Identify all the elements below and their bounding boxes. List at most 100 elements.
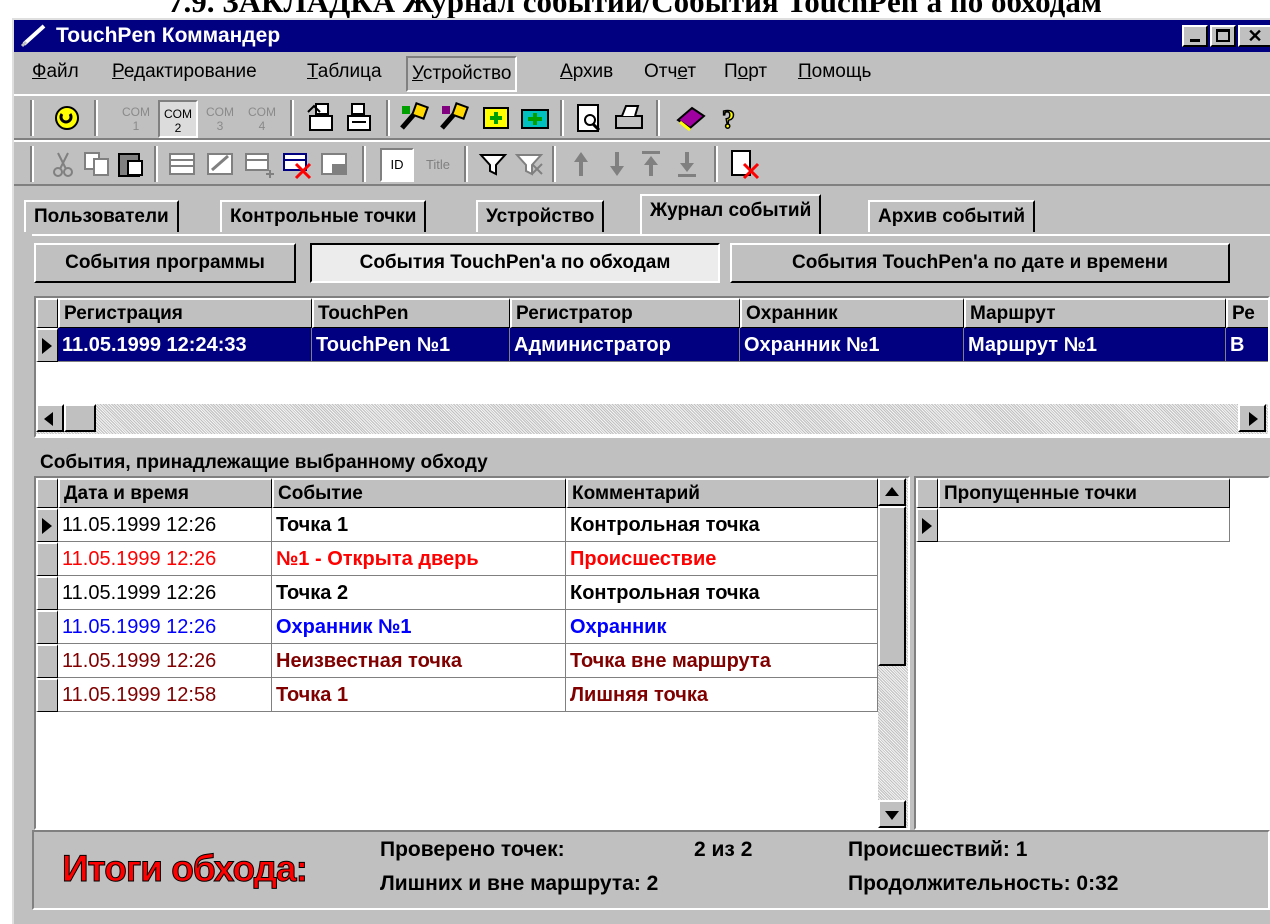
menu-edit[interactable]: Редактирование [112, 52, 257, 92]
summary-title: Итоги обхода: [62, 848, 309, 890]
vertical-scrollbar[interactable] [878, 478, 908, 828]
table-row[interactable]: 11.05.1999 12:26 Точка 2 Контрольная точка [36, 576, 878, 610]
table-row[interactable]: 11.05.1999 12:58 Точка 1 Лишняя точка [36, 678, 878, 712]
row-indicator [36, 328, 58, 362]
duration-label: Продолжительность: 0:32 [848, 872, 1119, 895]
horizontal-scrollbar[interactable] [36, 404, 1268, 434]
menu-file[interactable]: Файл [32, 52, 79, 92]
cell-registrar: Администратор [510, 328, 740, 362]
keys-icon[interactable] [50, 102, 84, 134]
close-icon: ✕ [1247, 26, 1263, 46]
column-header-registration[interactable]: Регистрация [58, 298, 312, 328]
datetime-events-button[interactable]: События TouchPen'а по дате и времени [730, 243, 1230, 283]
com4-button[interactable]: COM 4 [242, 100, 282, 138]
com2-button[interactable]: COM 2 [158, 100, 198, 138]
table-write-icon[interactable] [204, 148, 238, 180]
table-row[interactable]: 11.05.1999 12:26 №1 - Открыта дверь Происш… [36, 542, 878, 576]
cut-icon[interactable] [46, 148, 80, 180]
tab-event-archive[interactable]: Архив событий [868, 200, 1036, 232]
close-button[interactable]: ✕ [1238, 25, 1270, 47]
column-header-registrar[interactable]: Регистратор [510, 298, 740, 328]
menu-help-mnemonic: П [798, 61, 812, 82]
toolbar-separator [552, 146, 556, 182]
com4-label: COM [248, 105, 276, 119]
column-header-event[interactable]: Событие [272, 478, 566, 508]
key-green-icon[interactable] [398, 102, 432, 134]
help-icon[interactable]: ? [712, 102, 746, 134]
program-events-button[interactable]: События программы [34, 243, 296, 283]
row-indicator [36, 576, 58, 610]
paste-icon[interactable] [114, 148, 148, 180]
scroll-left-button[interactable] [36, 404, 64, 432]
table-delete-icon[interactable] [280, 148, 314, 180]
tab-users[interactable]: Пользователи [24, 200, 179, 232]
scroll-thumb[interactable] [878, 506, 906, 666]
print-icon[interactable] [612, 102, 646, 134]
menu-port-pre: П [724, 61, 738, 82]
upload-device-icon[interactable] [304, 102, 338, 134]
scroll-right-button[interactable] [1238, 404, 1266, 432]
print-preview-icon[interactable] [572, 102, 606, 134]
column-header-missed-points[interactable]: Пропущенные точки [938, 478, 1230, 508]
column-header-touchpen[interactable]: TouchPen [312, 298, 510, 328]
add-key-icon[interactable] [478, 102, 512, 134]
menu-archive[interactable]: Архив [560, 52, 613, 92]
move-down-icon[interactable] [600, 148, 634, 180]
id-column-toggle[interactable]: ID [380, 148, 414, 182]
tab-device[interactable]: Устройство [476, 200, 605, 232]
filter-icon[interactable] [476, 148, 510, 180]
menu-edit-mnemonic: Р [112, 61, 124, 82]
move-top-icon[interactable] [634, 148, 668, 180]
column-header-datetime[interactable]: Дата и время [58, 478, 272, 508]
scroll-up-button[interactable] [878, 478, 906, 506]
cell-guard: Охранник №1 [740, 328, 964, 362]
minimize-button[interactable] [1182, 25, 1208, 47]
rounds-events-button[interactable]: События TouchPen'а по обходам [310, 243, 720, 283]
round-summary-panel: Итоги обхода: Проверено точек: 2 из 2 Ли… [32, 830, 1270, 910]
events-grid[interactable]: Дата и время Событие Комментарий 11.05.1… [34, 476, 910, 830]
maximize-button[interactable] [1210, 25, 1236, 47]
missed-points-grid[interactable]: Пропущенные точки [914, 476, 1270, 830]
book-icon[interactable] [674, 102, 708, 134]
table-add-icon[interactable] [242, 148, 276, 180]
column-header-guard[interactable]: Охранник [740, 298, 964, 328]
com3-button[interactable]: COM 3 [200, 100, 240, 138]
com1-button[interactable]: COM 1 [116, 100, 156, 138]
current-row-arrow-icon [42, 518, 52, 534]
column-header-truncated[interactable]: Ре [1226, 298, 1268, 328]
move-up-icon[interactable] [564, 148, 598, 180]
delete-record-icon[interactable] [728, 148, 762, 180]
rounds-grid[interactable]: Регистрация TouchPen Регистратор Охранни… [34, 296, 1270, 438]
tab-checkpoints[interactable]: Контрольные точки [220, 200, 427, 232]
menu-device[interactable]: Устройство [406, 56, 518, 92]
key-purple-icon[interactable] [438, 102, 472, 134]
column-header-comment[interactable]: Комментарий [566, 478, 878, 508]
menu-device-label: стройство [422, 63, 512, 84]
table-edit-icon[interactable] [166, 148, 200, 180]
menu-port[interactable]: Порт [724, 52, 767, 92]
add-card-icon[interactable] [518, 102, 552, 134]
cell-comment: Точка вне маршрута [566, 644, 878, 678]
menu-table[interactable]: Таблица [307, 52, 382, 92]
column-header-route[interactable]: Маршрут [964, 298, 1226, 328]
table-row[interactable]: 11.05.1999 12:26 Охранник №1 Охранник [36, 610, 878, 644]
scroll-down-button[interactable] [878, 800, 906, 828]
menu-report[interactable]: Отчет [644, 52, 696, 92]
table-row[interactable] [916, 508, 1236, 542]
tab-event-log[interactable]: Журнал событий [640, 194, 822, 234]
move-bottom-icon[interactable] [670, 148, 704, 180]
title-column-toggle[interactable]: Title [418, 150, 458, 180]
clear-filter-icon[interactable] [512, 148, 546, 180]
table-save-icon[interactable] [318, 148, 352, 180]
table-row[interactable]: 11.05.1999 12:26 Неизвестная точка Точка в… [36, 644, 878, 678]
table-row[interactable]: 11.05.1999 12:26 Точка 1 Контрольная точка [36, 508, 878, 542]
download-device-icon[interactable] [342, 102, 376, 134]
grid-corner [36, 298, 58, 328]
copy-icon[interactable] [80, 148, 114, 180]
menu-help[interactable]: Помощь [798, 52, 871, 92]
cell-route: Маршрут №1 [964, 328, 1226, 362]
extra-points-label: Лишних и вне маршрута: 2 [380, 872, 659, 895]
table-row[interactable]: 11.05.1999 12:24:33 TouchPen №1 Админист… [36, 328, 1268, 362]
scroll-thumb[interactable] [64, 404, 96, 432]
cell-event: Точка 1 [272, 508, 566, 542]
